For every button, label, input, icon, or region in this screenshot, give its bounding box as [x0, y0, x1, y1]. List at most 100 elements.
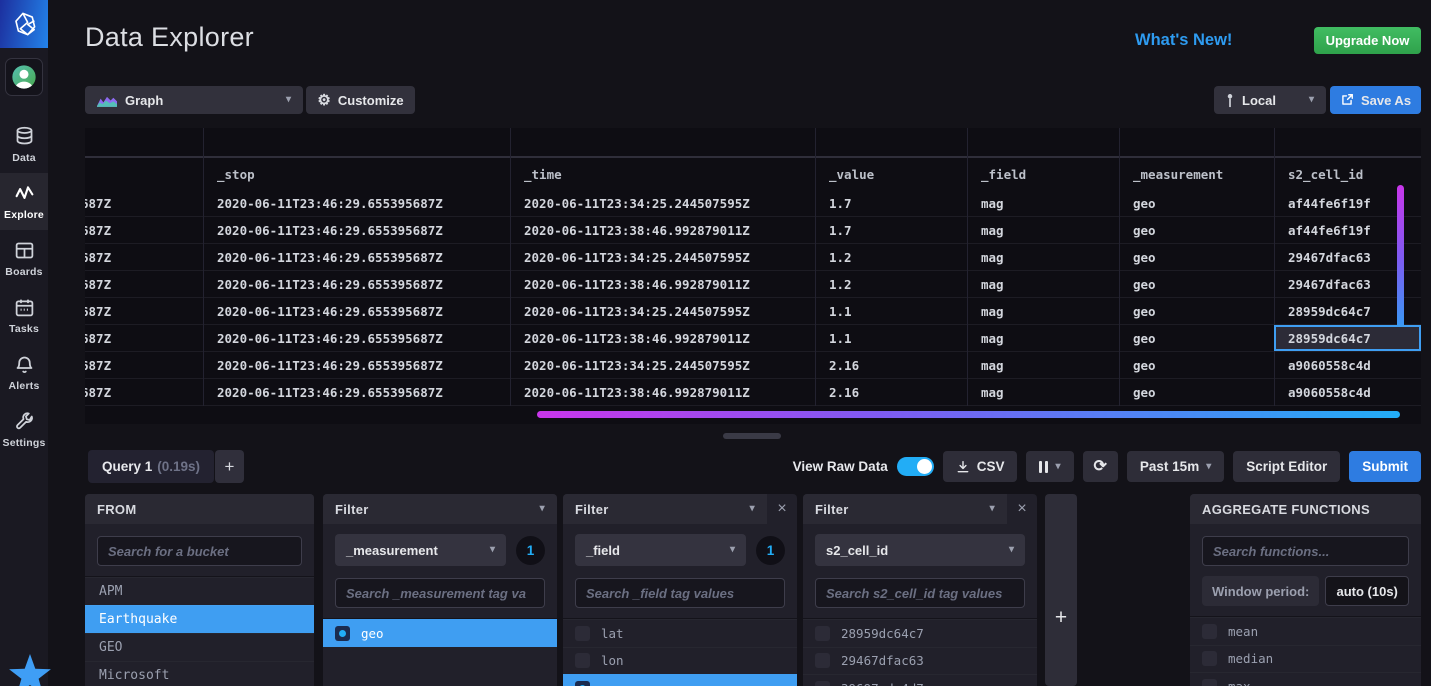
- checkbox-icon[interactable]: [1202, 679, 1217, 686]
- bucket-item-earthquake[interactable]: Earthquake: [85, 605, 314, 633]
- selected-cell[interactable]: 28959dc64c7: [1274, 325, 1421, 351]
- table-cell[interactable]: 687Z: [85, 271, 203, 297]
- view-type-dropdown[interactable]: Graph ▾: [85, 86, 303, 114]
- table-cell[interactable]: a9060558c4d: [1274, 379, 1421, 405]
- time-range-dropdown[interactable]: Past 15m ▾: [1127, 451, 1224, 482]
- add-query-button[interactable]: +: [215, 450, 244, 483]
- customize-button[interactable]: ⚙ Customize: [306, 86, 415, 114]
- tag-value-item-29467dfac63[interactable]: 29467dfac63: [803, 647, 1037, 675]
- sidebar-item-settings[interactable]: Settings: [0, 401, 48, 458]
- horizontal-scrollbar[interactable]: [537, 411, 1400, 418]
- checkbox-icon[interactable]: [1202, 651, 1217, 666]
- aggregate-function-item-max[interactable]: max: [1190, 672, 1421, 686]
- checkbox-icon[interactable]: [815, 681, 830, 686]
- table-cell[interactable]: 2020-06-11T23:38:46.992879011Z: [510, 325, 815, 351]
- avatar[interactable]: [5, 58, 43, 96]
- checkbox-icon[interactable]: [575, 626, 590, 641]
- table-cell[interactable]: 1.1: [815, 325, 967, 351]
- table-cell[interactable]: geo: [1119, 244, 1274, 270]
- table-cell[interactable]: 2020-06-11T23:46:29.655395687Z: [203, 325, 510, 351]
- filter-card-header[interactable]: Filter▾: [323, 494, 557, 524]
- close-filter-icon[interactable]: ×: [767, 494, 797, 524]
- tag-key-dropdown[interactable]: _field▾: [575, 534, 746, 566]
- table-cell[interactable]: 1.2: [815, 244, 967, 270]
- save-as-button[interactable]: Save As: [1330, 86, 1421, 114]
- function-search-input[interactable]: [1202, 536, 1409, 566]
- sidebar-item-data[interactable]: Data: [0, 116, 48, 173]
- table-cell[interactable]: geo: [1119, 190, 1274, 216]
- tag-value-item-28959dc64c7[interactable]: 28959dc64c7: [803, 619, 1037, 647]
- raw-data-toggle[interactable]: [897, 457, 934, 476]
- table-cell[interactable]: mag: [967, 217, 1119, 243]
- filter-card-header[interactable]: Filter▾: [803, 494, 1007, 524]
- table-cell[interactable]: 2020-06-11T23:46:29.655395687Z: [203, 298, 510, 324]
- table-cell[interactable]: geo: [1119, 325, 1274, 351]
- table-cell[interactable]: 2020-06-11T23:34:25.244507595Z: [510, 352, 815, 378]
- table-cell[interactable]: geo: [1119, 298, 1274, 324]
- table-cell[interactable]: 1.2: [815, 271, 967, 297]
- tag-value-search-input[interactable]: [575, 578, 785, 608]
- table-cell[interactable]: 2020-06-11T23:46:29.655395687Z: [203, 379, 510, 405]
- checkbox-icon[interactable]: [1202, 624, 1217, 639]
- table-cell[interactable]: geo: [1119, 217, 1274, 243]
- sidebar-item-alerts[interactable]: Alerts: [0, 344, 48, 401]
- add-filter-card-button[interactable]: +: [1045, 494, 1077, 686]
- submit-button[interactable]: Submit: [1349, 451, 1421, 482]
- table-cell[interactable]: 2020-06-11T23:34:25.244507595Z: [510, 298, 815, 324]
- pause-button[interactable]: ▾: [1026, 451, 1073, 482]
- tag-value-item-geo[interactable]: geo: [323, 619, 557, 647]
- refresh-button[interactable]: ⟳: [1083, 451, 1118, 482]
- table-cell[interactable]: 2020-06-11T23:38:46.992879011Z: [510, 379, 815, 405]
- table-cell[interactable]: 2020-06-11T23:46:29.655395687Z: [203, 244, 510, 270]
- checkbox-icon[interactable]: [815, 653, 830, 668]
- checkbox-checked-icon[interactable]: [335, 626, 350, 641]
- table-cell[interactable]: 687Z: [85, 325, 203, 351]
- table-cell[interactable]: 687Z: [85, 244, 203, 270]
- tag-value-item-lat[interactable]: lat: [563, 619, 797, 647]
- tag-value-item-mag[interactable]: mag: [563, 674, 797, 686]
- aggregate-function-item-median[interactable]: median: [1190, 645, 1421, 673]
- csv-download-button[interactable]: CSV: [943, 451, 1018, 482]
- table-cell[interactable]: 2.16: [815, 379, 967, 405]
- table-cell[interactable]: 2020-06-11T23:34:25.244507595Z: [510, 190, 815, 216]
- bucket-item-geo[interactable]: GEO: [85, 633, 314, 661]
- table-cell[interactable]: 687Z: [85, 298, 203, 324]
- table-cell[interactable]: mag: [967, 352, 1119, 378]
- table-cell[interactable]: 687Z: [85, 379, 203, 405]
- influxdb-logo[interactable]: [0, 0, 48, 48]
- checkbox-icon[interactable]: [575, 653, 590, 668]
- tag-value-search-input[interactable]: [335, 578, 545, 608]
- table-cell[interactable]: geo: [1119, 352, 1274, 378]
- table-cell[interactable]: mag: [967, 325, 1119, 351]
- whats-new-link[interactable]: What's New!: [1135, 31, 1232, 50]
- table-cell[interactable]: 2020-06-11T23:46:29.655395687Z: [203, 217, 510, 243]
- table-cell[interactable]: mag: [967, 298, 1119, 324]
- table-cell[interactable]: a9060558c4d: [1274, 352, 1421, 378]
- table-cell[interactable]: 687Z: [85, 217, 203, 243]
- table-cell[interactable]: mag: [967, 271, 1119, 297]
- table-cell[interactable]: 1.7: [815, 190, 967, 216]
- query-tab[interactable]: Query 1 (0.19s): [88, 450, 214, 483]
- tag-value-search-input[interactable]: [815, 578, 1025, 608]
- table-cell[interactable]: mag: [967, 190, 1119, 216]
- tag-key-dropdown[interactable]: _measurement▾: [335, 534, 506, 566]
- bucket-item-microsoft[interactable]: Microsoft: [85, 661, 314, 686]
- table-cell[interactable]: 2.16: [815, 352, 967, 378]
- script-editor-button[interactable]: Script Editor: [1233, 451, 1340, 482]
- bucket-item-apm[interactable]: APM: [85, 577, 314, 605]
- checkbox-checked-icon[interactable]: [575, 681, 590, 686]
- table-cell[interactable]: geo: [1119, 271, 1274, 297]
- table-cell[interactable]: 2020-06-11T23:46:29.655395687Z: [203, 190, 510, 216]
- close-filter-icon[interactable]: ×: [1007, 494, 1037, 524]
- tag-value-item-lon[interactable]: lon: [563, 647, 797, 675]
- source-dropdown[interactable]: Local ▾: [1214, 86, 1326, 114]
- bucket-search-input[interactable]: [97, 536, 302, 566]
- upgrade-now-button[interactable]: Upgrade Now: [1314, 27, 1421, 54]
- table-cell[interactable]: 1.7: [815, 217, 967, 243]
- table-cell[interactable]: 2020-06-11T23:46:29.655395687Z: [203, 352, 510, 378]
- table-cell[interactable]: mag: [967, 244, 1119, 270]
- tag-value-item-39697ede4d7[interactable]: 39697ede4d7: [803, 674, 1037, 686]
- table-cell[interactable]: mag: [967, 379, 1119, 405]
- table-cell[interactable]: 2020-06-11T23:46:29.655395687Z: [203, 271, 510, 297]
- table-cell[interactable]: 687Z: [85, 352, 203, 378]
